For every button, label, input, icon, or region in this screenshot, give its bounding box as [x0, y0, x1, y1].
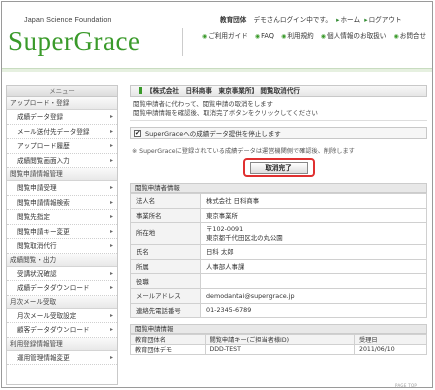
user-status-line: 教育団体 デモさんログイン中です。 ホーム ログアウト — [220, 14, 402, 24]
nav-terms[interactable]: 利用規約 — [281, 32, 314, 40]
table-cell: DDD-TEST — [204, 344, 356, 356]
sidebar-item[interactable]: 閲覧先指定 — [7, 210, 117, 225]
table-row: 役職 — [130, 273, 427, 289]
row-key: 氏名 — [130, 244, 201, 260]
header-divider — [182, 28, 183, 56]
row-key: 所属 — [130, 258, 201, 275]
applicant-section-header: 閲覧申請者情報 — [130, 183, 427, 193]
browser-frame: Japan Science Foundation SuperGrace 教育団体… — [1, 1, 433, 388]
row-key: 事業所名 — [130, 207, 201, 224]
sidebar-section: 月次メール受取 — [7, 295, 117, 309]
nav-faq[interactable]: FAQ — [255, 32, 274, 40]
sidebar-item[interactable]: 顧客データダウンロード — [7, 323, 117, 338]
nav-contact[interactable]: お問合せ — [394, 32, 427, 40]
request-section-header: 閲覧申請情報 — [130, 324, 427, 335]
sidebar-item[interactable]: 閲覧申請キー変更 — [7, 225, 117, 239]
table-row: 所属 人事部人事課 — [130, 258, 427, 275]
sidebar-item[interactable]: 成績データダウンロード — [7, 281, 117, 296]
row-key: 役職 — [130, 273, 201, 289]
table-row: 連絡先電話番号 01-2345-6789 — [130, 302, 427, 319]
nav-privacy[interactable]: 個人情報のお取扱い — [321, 32, 387, 40]
page-title: 【株式会社 日科商事 東京事業所】 閲覧取消代行 — [130, 85, 427, 97]
column-header: 受理日 — [354, 334, 427, 346]
sidebar-menu: メニュー アップロード・登録 成績データ登録 メール送付先データ登録 アップロー… — [6, 85, 118, 385]
row-value: 日科 太郎 — [200, 244, 427, 260]
notice-text: 閲覧申請者に代わって、閲覧申請の取消をします 閲覧申請情報を確認後、取消完了ボタ… — [130, 100, 427, 121]
sidebar-section: 成績閲覧・出力 — [7, 253, 117, 267]
table-header-row: 教育団体名 閲覧申請キー(ご担当者様ID) 受理日 — [130, 334, 427, 346]
table-cell: 教育団体デモ — [130, 344, 206, 356]
table-row: 氏名 日科 太郎 — [130, 244, 427, 260]
sidebar-item[interactable]: 運用管理情報変更 — [7, 351, 117, 365]
row-value: 株式会社 日科商事 — [200, 193, 427, 209]
row-value: 人事部人事課 — [200, 258, 427, 275]
notice-line: 閲覧申請者に代わって、閲覧申請の取消をします — [133, 100, 273, 108]
nav-guide[interactable]: ご利用ガイド — [202, 32, 248, 40]
sidebar-item[interactable]: 成績閲覧画面入力 — [7, 154, 117, 168]
sidebar-section: アップロード・登録 — [7, 97, 117, 110]
postal-code: 〒102-0091 — [206, 225, 244, 234]
column-header: 閲覧申請キー(ご担当者様ID) — [204, 334, 356, 346]
highlight-box: 取消完了 — [242, 158, 315, 177]
stop-provision-label: SuperGraceへの成績データ提供を停止します — [145, 130, 281, 138]
table-row: 法人名 株式会社 日科商事 — [130, 193, 427, 209]
sidebar-section: 閲覧申請情報管理 — [7, 168, 117, 181]
row-value: demodantai@supergrace.jp — [200, 287, 427, 304]
applicant-table: 法人名 株式会社 日科商事 事業所名 東京事業所 所在地 〒102-0091 東… — [130, 193, 427, 319]
table-row: メールアドレス demodantai@supergrace.jp — [130, 287, 427, 304]
org-label: 教育団体 — [220, 16, 247, 24]
home-link[interactable]: ホーム — [336, 16, 360, 24]
row-key: 所在地 — [130, 222, 201, 246]
site-header: Japan Science Foundation SuperGrace 教育団体… — [2, 2, 432, 72]
stop-provision-checkbox[interactable] — [134, 129, 141, 137]
sidebar-item[interactable]: 閲覧申請受理 — [7, 181, 117, 196]
page-top-link[interactable]: PAGE TOP — [395, 383, 417, 388]
address: 東京都千代田区北の丸公園 — [206, 233, 283, 242]
sidebar-item[interactable]: 月次メール受取設定 — [7, 309, 117, 323]
notice-line: 閲覧申請情報を確認後、取消完了ボタンをクリックしてください — [133, 108, 318, 117]
login-status: デモさんログイン中です。 — [253, 16, 332, 24]
header-bottom-bar — [2, 68, 432, 72]
row-key: 法人名 — [130, 193, 201, 209]
logout-link[interactable]: ログアウト — [364, 16, 401, 24]
brand-logo[interactable]: SuperGrace — [8, 26, 140, 57]
cancel-complete-button[interactable]: 取消完了 — [249, 161, 308, 174]
deletion-note: ※ SuperGraceに登録されている成績データは運営機関側で確認後、削除しま… — [132, 148, 355, 155]
sidebar-item[interactable]: 閲覧申請情報検索 — [7, 196, 117, 210]
table-row: 事業所名 東京事業所 — [130, 207, 427, 224]
sidebar-section: 利用登録情報管理 — [7, 337, 117, 351]
row-value: 東京事業所 — [200, 207, 427, 224]
header-nav: ご利用ガイド FAQ 利用規約 個人情報のお取扱い お問合せ — [202, 30, 431, 40]
row-key: 連絡先電話番号 — [130, 302, 201, 319]
row-value: 01-2345-6789 — [200, 302, 427, 319]
row-key: メールアドレス — [130, 287, 201, 304]
menu-title: メニュー — [7, 86, 117, 97]
sidebar-item[interactable]: 閲覧取消代行 — [7, 239, 117, 254]
row-value: 〒102-0091 東京都千代田区北の丸公園 — [200, 222, 427, 246]
table-row: 教育団体デモ DDD-TEST 2011/06/10 — [130, 344, 427, 356]
sidebar-item[interactable]: メール送付先データ登録 — [7, 125, 117, 139]
sidebar-item[interactable]: 受講状況確認 — [7, 267, 117, 281]
request-table: 教育団体名 閲覧申請キー(ご担当者様ID) 受理日 教育団体デモ DDD-TES… — [130, 334, 427, 356]
stop-provision-row: SuperGraceへの成績データ提供を停止します — [130, 127, 427, 139]
sidebar-item[interactable]: アップロード履歴 — [7, 139, 117, 154]
row-value — [200, 273, 427, 289]
column-header: 教育団体名 — [130, 334, 206, 346]
sidebar-item[interactable]: 成績データ登録 — [7, 110, 117, 125]
table-row: 所在地 〒102-0091 東京都千代田区北の丸公園 — [130, 222, 427, 246]
main-content: 【株式会社 日科商事 東京事業所】 閲覧取消代行 閲覧申請者に代わって、閲覧申請… — [130, 85, 427, 356]
table-cell: 2011/06/10 — [354, 344, 427, 356]
brand-subtitle: Japan Science Foundation — [24, 15, 112, 24]
